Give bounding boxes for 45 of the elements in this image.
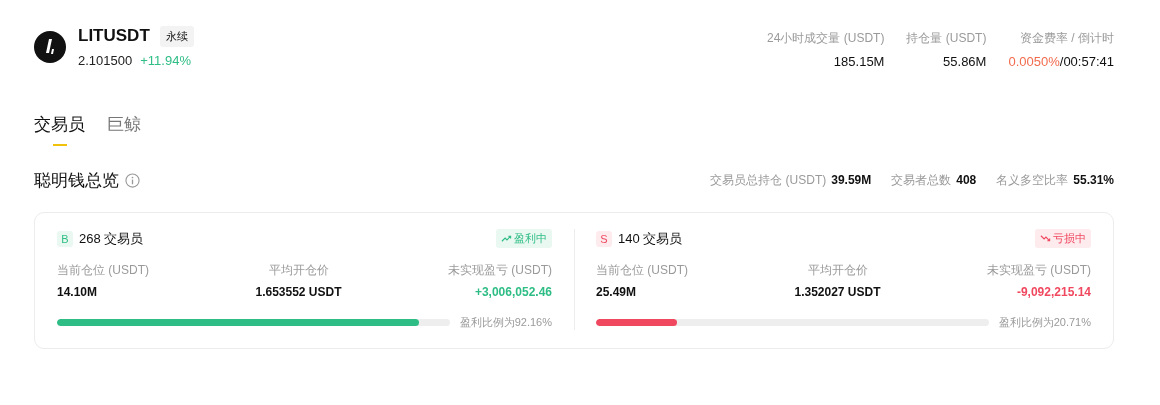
countdown: 00:57:41 [1063,54,1114,69]
profit-ratio: 盈利比例为20.71% [998,315,1091,330]
metric-value: 25.49M [596,285,638,299]
stat-label: 交易者总数 [891,172,952,189]
trader-count: 268 交易员 [79,229,144,248]
section-title: 聪明钱总览 [34,170,119,192]
stat-label: 24小时成交量 (USDT) [767,30,885,47]
tab[interactable]: 巨鲸 [107,113,141,146]
price-change: +11.94% [140,52,191,68]
metric-value: +3,006,052.46 [474,285,552,299]
profit-ratio: 盈利比例为92.16% [459,315,552,330]
metric-value: 1.352027 USDT [794,285,881,299]
metric-value: 1.653552 USDT [255,285,342,299]
tab[interactable]: 交易员 [34,113,85,146]
stat-value: 39.59M [831,173,872,187]
metric-value: 14.10M [57,285,99,299]
side-tag: S [596,230,612,247]
status-badge: 盈利中 [496,229,552,248]
side-tag: B [57,230,73,247]
metric-label: 平均开仓价 [268,262,329,279]
metric-label: 平均开仓价 [807,262,868,279]
stat-value: 185.15M [833,54,885,69]
separator: / [1059,54,1064,69]
stat-label: 资金费率 / 倒计时 [1020,30,1114,47]
trend-up-icon [501,233,512,244]
stat-label: 持仓量 (USDT) [906,30,987,47]
symbol: LITUSDT [78,26,150,46]
metric-label: 未实现盈亏 (USDT) [987,262,1091,279]
metric-value: -9,092,215.14 [1016,285,1091,299]
trader-count: 140 交易员 [618,229,683,248]
info-icon[interactable] [125,173,140,188]
metric-label: 当前仓位 (USDT) [596,262,688,279]
metric-label: 未实现盈亏 (USDT) [448,262,552,279]
contract-badge: 永续 [159,25,194,47]
stat-label: 交易员总持仓 (USDT) [710,172,827,189]
status-badge: 亏损中 [1035,229,1091,248]
trend-down-icon [1040,233,1051,244]
stat-value: 55.86M [943,54,987,69]
price: 2.101500 [78,52,133,68]
coin-logo-icon [34,30,66,63]
stat-label: 名义多空比率 [996,172,1069,189]
funding-rate: 0.0050% [1008,54,1060,69]
metric-label: 当前仓位 (USDT) [57,262,149,279]
stat-value: 408 [956,173,977,187]
stat-value: 55.31% [1073,173,1114,187]
